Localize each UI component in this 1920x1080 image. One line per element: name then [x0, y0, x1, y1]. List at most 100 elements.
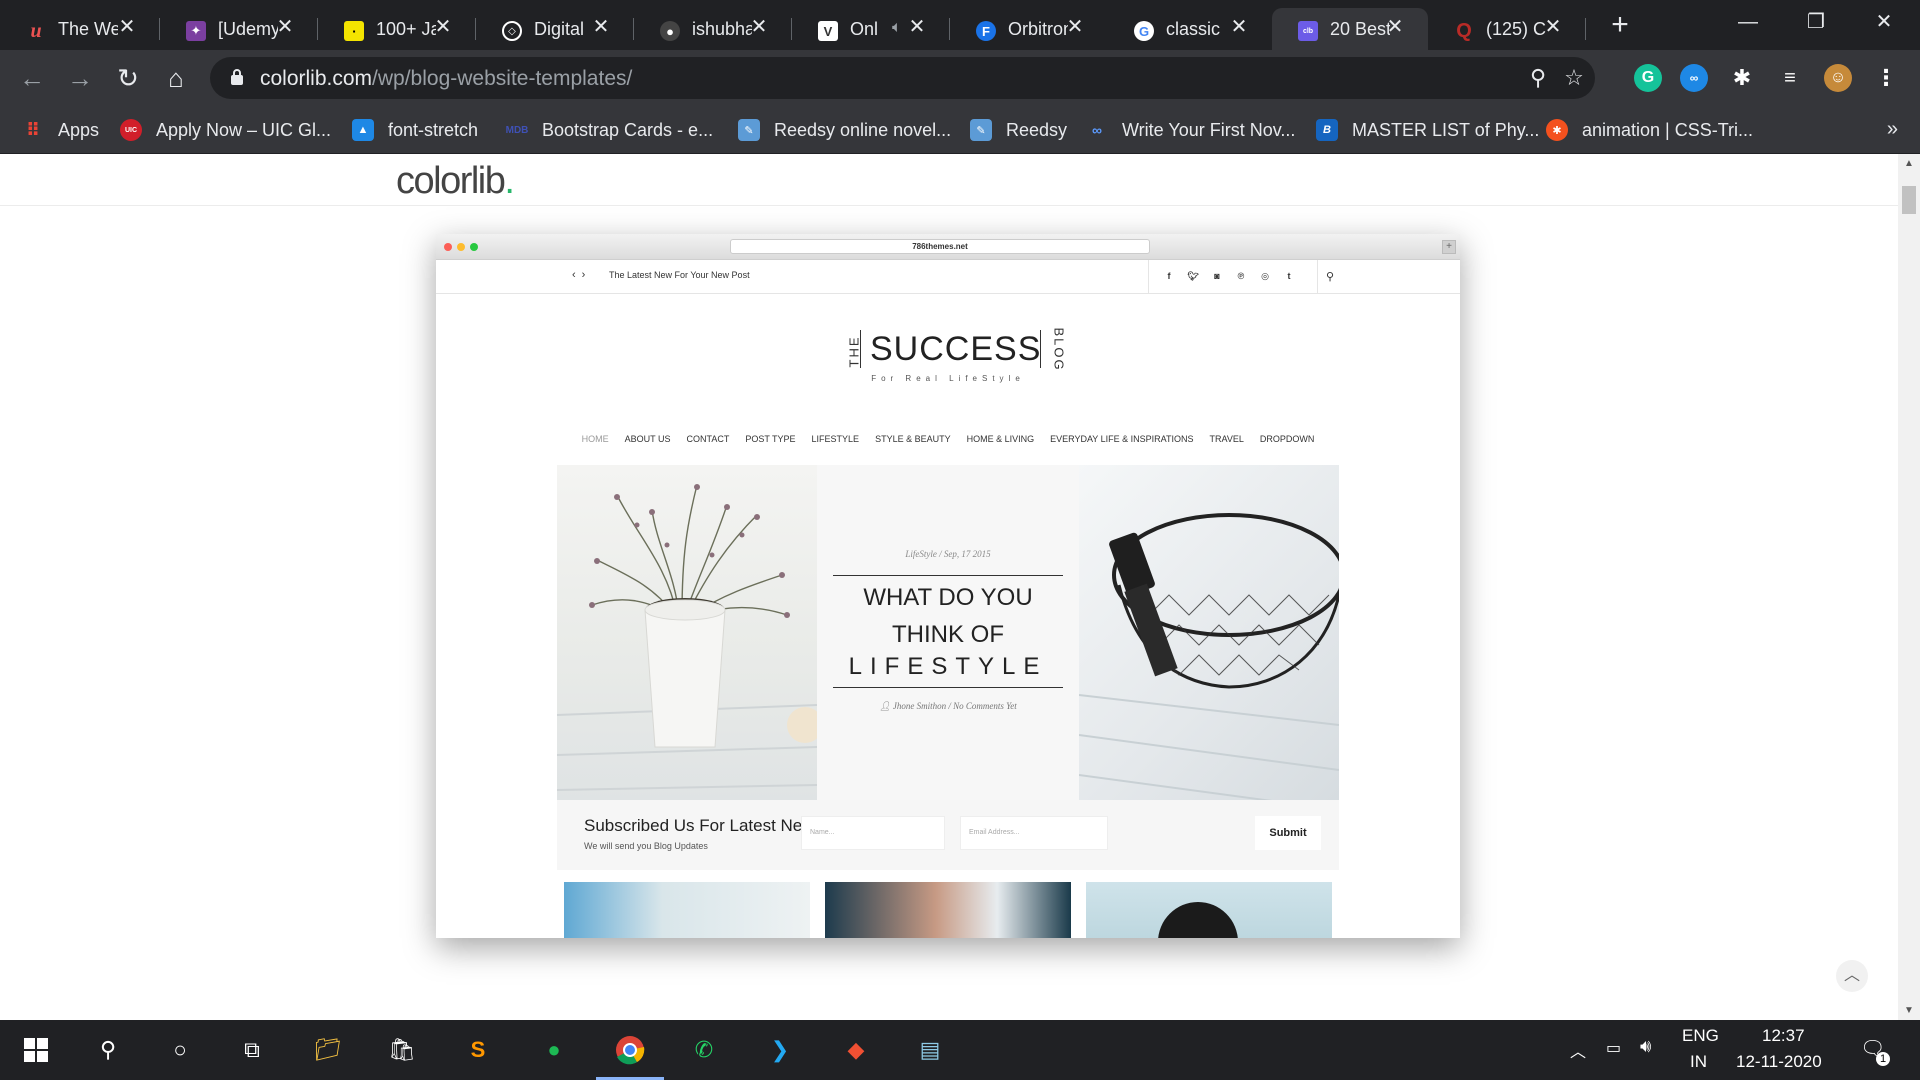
forward-arrow-icon[interactable]: →	[64, 62, 96, 94]
bookmark-label: font-stretch	[388, 119, 479, 140]
restore-icon[interactable]: ❐	[1786, 4, 1846, 40]
close-icon[interactable]: ✕	[116, 16, 138, 38]
bookmark-reedsy-online[interactable]: ✎ Reedsy online novel...	[738, 116, 951, 144]
sublime-text-icon[interactable]: S	[456, 1030, 500, 1070]
tab-100-javascript[interactable]: ▪ 100+ Ja ✕	[318, 8, 476, 50]
scroll-down-icon[interactable]: ▼	[1898, 1005, 1920, 1016]
tab-the-web[interactable]: u The Web ✕	[0, 8, 160, 50]
mock-hero: LifeStyle / Sep, 17 2015 WHAT DO YOU THIN…	[557, 465, 1339, 800]
spotify-icon[interactable]: ●	[532, 1030, 576, 1070]
user-icon: 👤︎	[879, 701, 893, 711]
basket-photo	[1079, 465, 1339, 800]
bookmark-master-list[interactable]: B MASTER LIST of Phy...	[1316, 116, 1539, 144]
speaker-icon[interactable]: 🔈︎	[892, 19, 902, 37]
close-icon[interactable]: ✕	[1384, 16, 1406, 38]
bookmark-bootstrap-cards[interactable]: MDB Bootstrap Cards - e...	[506, 116, 713, 144]
bookmark-label: Write Your First Nov...	[1122, 119, 1296, 140]
post-title: WHAT DO YOU THINK OF	[817, 579, 1079, 653]
scroll-up-icon[interactable]: ▲	[1898, 158, 1920, 169]
language-indicator[interactable]: ENG	[1682, 1026, 1719, 1046]
tab-github[interactable]: ● ishubha ✕	[634, 8, 792, 50]
lock-icon	[231, 69, 243, 85]
address-bar[interactable]: colorlib.com/wp/blog-website-templates/ …	[210, 57, 1595, 99]
mock-menu: HOME ABOUT US CONTACT POST TYPE LIFESTYLE STY…	[436, 434, 1460, 454]
battery-icon[interactable]: ▭	[1606, 1038, 1621, 1058]
git-icon[interactable]: ◆	[834, 1030, 878, 1070]
clock-time[interactable]: 12:37	[1762, 1026, 1805, 1046]
close-icon[interactable]: ✕	[274, 16, 296, 38]
close-icon[interactable]: ✕	[1542, 16, 1564, 38]
region-indicator[interactable]: IN	[1690, 1052, 1707, 1072]
colorlib-icon: clb	[1298, 21, 1318, 41]
close-icon[interactable]: ✕	[748, 16, 770, 38]
subscribe-subtitle: We will send you Blog Updates	[584, 841, 708, 851]
subscribe-title: Subscribed Us For Latest News	[584, 816, 824, 835]
minimize-icon[interactable]: —	[1718, 4, 1778, 40]
infinity-icon[interactable]: ∞	[1680, 64, 1708, 92]
page-scrollbar[interactable]: ▲ ▼	[1898, 154, 1920, 1020]
bookmark-animation-css-tricks[interactable]: ✱ animation | CSS-Tri...	[1546, 116, 1753, 144]
bookmark-label: MASTER LIST of Phy...	[1352, 119, 1540, 140]
template-preview[interactable]: 786themes.net + ‹› The Latest New For Yo…	[436, 234, 1460, 938]
whatsapp-icon[interactable]: ✆	[682, 1030, 726, 1070]
close-icon[interactable]: ✕	[1064, 16, 1086, 38]
chrome-icon[interactable]	[596, 1030, 664, 1080]
logo-dot: .	[504, 160, 515, 202]
close-icon[interactable]: ✕	[432, 16, 454, 38]
windows-start-icon[interactable]	[14, 1030, 58, 1070]
mock-news-arrows-icon: ‹›	[572, 269, 592, 281]
task-view-icon[interactable]: ⧉	[230, 1030, 274, 1070]
grammarly-icon[interactable]: G	[1634, 64, 1662, 92]
close-icon[interactable]: ✕	[590, 16, 612, 38]
file-explorer-icon[interactable]: 📁︎	[306, 1030, 350, 1070]
avatar[interactable]: ☺	[1824, 64, 1852, 92]
store-icon[interactable]: 🛍︎	[380, 1030, 424, 1070]
reload-icon[interactable]: ↻	[112, 62, 144, 94]
tab-orbitron[interactable]: F Orbitron ✕	[950, 8, 1108, 50]
brand-success: SUCCESS	[870, 330, 1042, 368]
bookmark-font-stretch[interactable]: ▲ font-stretch	[352, 116, 478, 144]
menu-dots-icon[interactable]: ⋮	[1872, 64, 1900, 92]
brand-divider	[1040, 330, 1041, 368]
mdn-icon: ▲	[352, 119, 374, 141]
tab-20-best[interactable]: clb 20 Best ✕	[1272, 8, 1428, 50]
f-icon: F	[976, 21, 996, 41]
tab-classic[interactable]: G classic ✕	[1108, 8, 1272, 50]
google-icon: G	[1134, 21, 1154, 41]
post-title-line-1: WHAT DO YOU	[863, 584, 1033, 611]
caption-rule	[833, 687, 1063, 688]
back-to-top-chevron-icon[interactable]: ︿	[1836, 960, 1868, 992]
tab-online[interactable]: V Onl 🔈︎ ✕	[792, 8, 950, 50]
media-queue-icon[interactable]: ≡	[1776, 64, 1804, 92]
volume-icon[interactable]: 🔊︎	[1640, 1036, 1651, 1057]
tab-quora[interactable]: Q (125) C ✕	[1428, 8, 1586, 50]
search-icon[interactable]: ⚲	[86, 1030, 130, 1070]
colorlib-logo[interactable]: colorlib.	[396, 160, 515, 203]
bookmark-reedsy[interactable]: ✎ Reedsy	[970, 116, 1067, 144]
bookmark-star-icon[interactable]: ☆	[1562, 66, 1586, 90]
bookmark-apply-now[interactable]: UIC Apply Now – UIC Gl...	[120, 116, 331, 144]
scrollbar-thumb[interactable]	[1902, 186, 1916, 214]
bookmark-apps[interactable]: ⠿ Apps	[22, 116, 99, 144]
chevron-double-right-icon[interactable]: »	[1887, 118, 1898, 141]
home-icon[interactable]: ⌂	[160, 62, 192, 94]
mock-min-dot	[457, 243, 465, 251]
post-thumbnail	[564, 882, 810, 938]
zoom-icon[interactable]: ⚲	[1526, 66, 1550, 90]
vscode-icon[interactable]: ❯	[758, 1030, 802, 1070]
back-arrow-icon[interactable]: ←	[16, 62, 48, 94]
new-tab-plus-icon[interactable]: +	[1602, 10, 1638, 42]
cortana-icon[interactable]: ○	[158, 1030, 202, 1070]
bookmark-label: animation | CSS-Tri...	[1582, 119, 1754, 140]
close-icon[interactable]: ✕	[1228, 16, 1250, 38]
close-window-icon[interactable]: ✕	[1854, 4, 1914, 40]
close-icon[interactable]: ✕	[906, 16, 928, 38]
twitter-icon: 🐦︎	[1187, 271, 1199, 281]
bookmark-write-first-novel[interactable]: ∞ Write Your First Nov...	[1086, 116, 1295, 144]
tab-digital[interactable]: ◇ Digital ✕	[476, 8, 634, 50]
notepad-icon[interactable]: ▤	[908, 1030, 952, 1070]
clock-date[interactable]: 12-11-2020	[1736, 1052, 1822, 1072]
extensions-puzzle-icon[interactable]: ✱	[1728, 64, 1756, 92]
tab-udemy[interactable]: ✦ [Udemy ✕	[160, 8, 318, 50]
tray-chevron-up-icon[interactable]: ︿	[1570, 1038, 1586, 1062]
